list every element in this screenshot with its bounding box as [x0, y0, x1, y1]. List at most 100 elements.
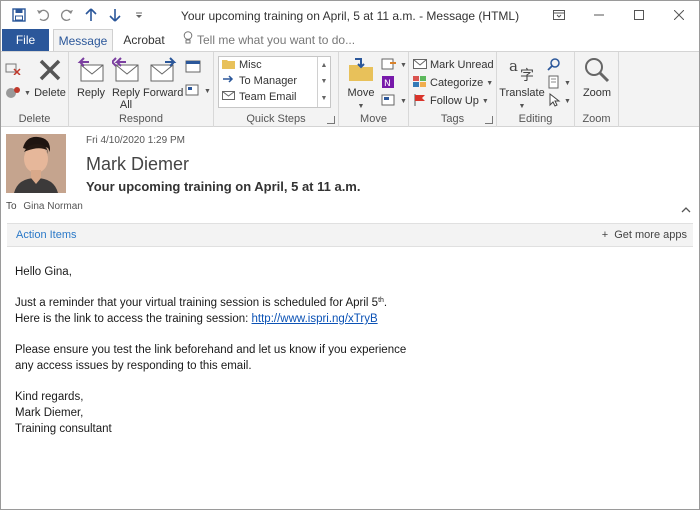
- delete-label: Delete: [34, 87, 66, 99]
- move-label: Move: [347, 87, 375, 99]
- find-button[interactable]: [547, 56, 561, 74]
- quick-step-misc-label: Misc: [239, 59, 262, 71]
- move-caret: ▼: [357, 103, 365, 110]
- find-icon: [547, 57, 561, 74]
- ribbon-tabs: File Message Acrobat Tell me what you wa…: [1, 29, 699, 52]
- actions-caret: ▼: [400, 97, 407, 105]
- to-label: To: [6, 201, 17, 212]
- get-more-apps-button[interactable]: + Get more apps: [602, 229, 687, 241]
- sent-timestamp: Fri 4/10/2020 1:29 PM: [86, 135, 185, 146]
- editing-group: a字 Translate ▼ ▼ ▼ Editing: [497, 52, 575, 127]
- collapse-header-icon[interactable]: [681, 206, 691, 217]
- tags-launcher-icon[interactable]: [485, 116, 493, 124]
- message-subject: Your upcoming training on April, 5 at 11…: [86, 179, 361, 194]
- flag-icon: [413, 93, 427, 109]
- quick-steps-gallery: Misc To Manager Team Email ▲ ▼ ▼: [218, 56, 331, 108]
- svg-text:N: N: [384, 79, 391, 89]
- quick-step-team-email[interactable]: Team Email: [219, 89, 330, 105]
- meeting-button[interactable]: [185, 58, 201, 76]
- reply-label: Reply: [76, 87, 106, 99]
- recipient-row: To Gina Norman: [6, 201, 83, 212]
- select-cursor-icon: [547, 92, 561, 110]
- ignore-icon: [5, 61, 21, 78]
- mark-unread-button[interactable]: Mark Unread: [413, 56, 494, 74]
- onenote-button[interactable]: N: [381, 74, 395, 92]
- avatar[interactable]: [6, 134, 66, 193]
- tab-file[interactable]: File: [2, 29, 49, 51]
- reply-all-label-1: Reply: [111, 87, 141, 99]
- follow-up-button[interactable]: Follow Up ▼: [413, 92, 489, 110]
- categorize-button[interactable]: Categorize ▼: [413, 74, 493, 92]
- forward-arrow-icon: [222, 74, 235, 88]
- junk-button[interactable]: ▼: [5, 84, 31, 102]
- maximize-icon[interactable]: [619, 1, 659, 29]
- close-icon[interactable]: [659, 1, 699, 29]
- ribbon: ▼ Delete Delete Reply Reply All Forward …: [1, 51, 699, 174]
- scroll-down-icon[interactable]: ▼: [321, 78, 328, 85]
- get-more-apps-label: Get more apps: [614, 229, 687, 241]
- rules-button[interactable]: ▼: [381, 56, 407, 74]
- training-link[interactable]: http://www.ispri.ng/xTryB: [252, 313, 378, 325]
- tab-message[interactable]: Message: [53, 29, 113, 52]
- junk-icon: [5, 85, 21, 102]
- follow-up-label: Follow Up: [430, 95, 479, 107]
- rules-caret: ▼: [400, 61, 407, 69]
- related-icon: [547, 75, 561, 92]
- move-group: Move ▼ ▼ N ▼ Move: [339, 52, 409, 127]
- translate-caret: ▼: [518, 103, 526, 110]
- recipient-name[interactable]: Gina Norman: [23, 201, 82, 212]
- tell-me-text: Tell me what you want to do...: [197, 33, 356, 47]
- quick-step-to-manager-label: To Manager: [239, 75, 298, 87]
- link-intro: Here is the link to access the training …: [15, 313, 252, 325]
- ribbon-display-options-icon[interactable]: [539, 1, 579, 29]
- zoom-button[interactable]: Zoom: [577, 55, 617, 99]
- ignore-button[interactable]: [5, 60, 21, 78]
- zoom-group: Zoom Zoom: [575, 52, 619, 127]
- more-respond-button[interactable]: ▼: [185, 82, 211, 100]
- delete-button[interactable]: Delete: [33, 55, 67, 99]
- delete-icon: [33, 55, 67, 85]
- categorize-caret: ▼: [486, 79, 494, 87]
- related-button[interactable]: ▼: [547, 74, 571, 92]
- onenote-icon: N: [381, 75, 395, 92]
- quick-steps-launcher-icon[interactable]: [327, 116, 335, 124]
- translate-icon: a字: [499, 55, 545, 85]
- reply-all-icon: [109, 55, 143, 85]
- select-button[interactable]: ▼: [547, 92, 571, 110]
- mark-unread-label: Mark Unread: [430, 59, 494, 71]
- forward-button[interactable]: Forward: [143, 55, 183, 99]
- svg-text:字: 字: [520, 68, 534, 84]
- tell-me-box[interactable]: Tell me what you want to do...: [183, 29, 355, 51]
- scroll-up-icon[interactable]: ▲: [321, 62, 328, 69]
- expand-gallery-icon[interactable]: ▼: [321, 95, 328, 102]
- message-body: Hello Gina, Just a reminder that your vi…: [15, 264, 675, 437]
- categorize-icon: [413, 75, 427, 91]
- respond-group: Reply Reply All Forward ▼ Respond: [69, 52, 214, 127]
- actions-button[interactable]: ▼: [381, 92, 407, 110]
- sender-name[interactable]: Mark Diemer: [86, 154, 189, 175]
- move-button[interactable]: Move ▼: [341, 55, 381, 113]
- quick-step-misc[interactable]: Misc: [219, 57, 330, 73]
- zoom-group-label: Zoom: [582, 113, 611, 125]
- closing-line: Kind regards,: [15, 391, 84, 403]
- mark-unread-icon: [413, 58, 427, 73]
- outlook-message-window: Your upcoming training on April, 5 at 11…: [0, 0, 700, 510]
- plus-icon: +: [601, 229, 609, 241]
- delete-group-label: Delete: [18, 113, 51, 125]
- reply-all-button[interactable]: Reply All: [109, 55, 143, 111]
- reply-button[interactable]: Reply: [73, 55, 109, 99]
- quick-steps-group-label: Quick Steps: [246, 113, 306, 125]
- title-bar: Your upcoming training on April, 5 at 11…: [1, 1, 699, 29]
- junk-dropdown-caret: ▼: [24, 89, 31, 97]
- minimize-icon[interactable]: [579, 1, 619, 29]
- signature-title: Training consultant: [15, 423, 112, 435]
- tags-group-label: Tags: [440, 113, 465, 125]
- reply-icon: [73, 55, 109, 85]
- lightbulb-icon: [183, 29, 193, 51]
- translate-button[interactable]: a字 Translate ▼: [499, 55, 545, 113]
- quick-steps-scrollbar[interactable]: ▲ ▼ ▼: [317, 57, 330, 107]
- quick-step-to-manager[interactable]: To Manager: [219, 73, 330, 89]
- signature-name: Mark Diemer,: [15, 407, 84, 419]
- action-items-link[interactable]: Action Items: [16, 229, 77, 241]
- tab-acrobat[interactable]: Acrobat: [119, 29, 169, 51]
